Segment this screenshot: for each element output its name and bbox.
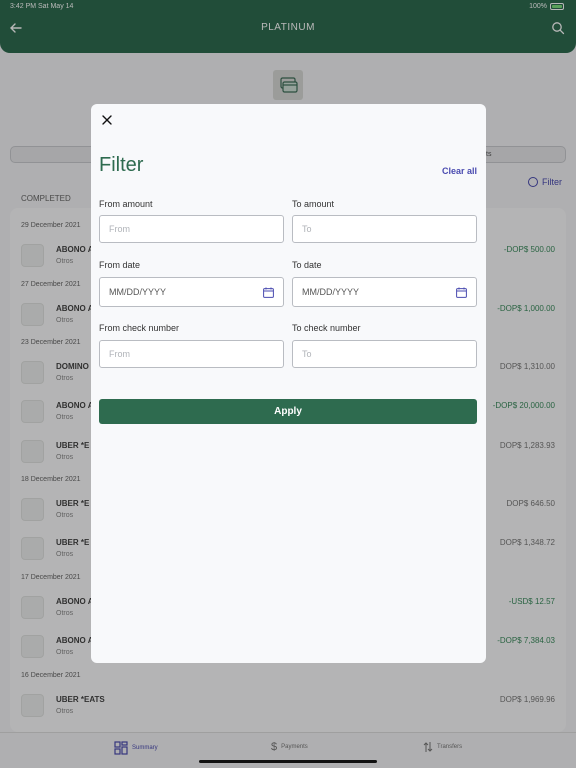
calendar-icon: [456, 287, 467, 298]
calendar-icon: [263, 287, 274, 298]
filter-modal: Filter Clear all From amount To amount F…: [91, 104, 486, 663]
from-amount-field[interactable]: [99, 215, 284, 243]
from-check-label: From check number: [99, 323, 180, 333]
to-check-field[interactable]: [292, 340, 477, 368]
to-check-label: To check number: [292, 323, 361, 333]
from-amount-label: From amount: [99, 199, 153, 209]
from-check-field[interactable]: [99, 340, 284, 368]
to-date-label: To date: [292, 260, 322, 270]
from-amount-input[interactable]: [109, 224, 274, 234]
from-check-input[interactable]: [109, 349, 274, 359]
from-date-value: MM/DD/YYYY: [109, 287, 167, 297]
to-amount-label: To amount: [292, 199, 335, 209]
to-check-input[interactable]: [302, 349, 467, 359]
home-indicator: [199, 760, 377, 763]
apply-button[interactable]: Apply: [99, 399, 477, 424]
modal-title: Filter: [99, 154, 144, 176]
close-icon[interactable]: [100, 113, 114, 127]
to-amount-input[interactable]: [302, 224, 467, 234]
to-amount-field[interactable]: [292, 215, 477, 243]
clear-all-button[interactable]: Clear all: [442, 166, 477, 176]
from-date-field[interactable]: MM/DD/YYYY: [99, 277, 284, 307]
to-date-field[interactable]: MM/DD/YYYY: [292, 277, 477, 307]
to-date-value: MM/DD/YYYY: [302, 287, 360, 297]
from-date-label: From date: [99, 260, 141, 270]
